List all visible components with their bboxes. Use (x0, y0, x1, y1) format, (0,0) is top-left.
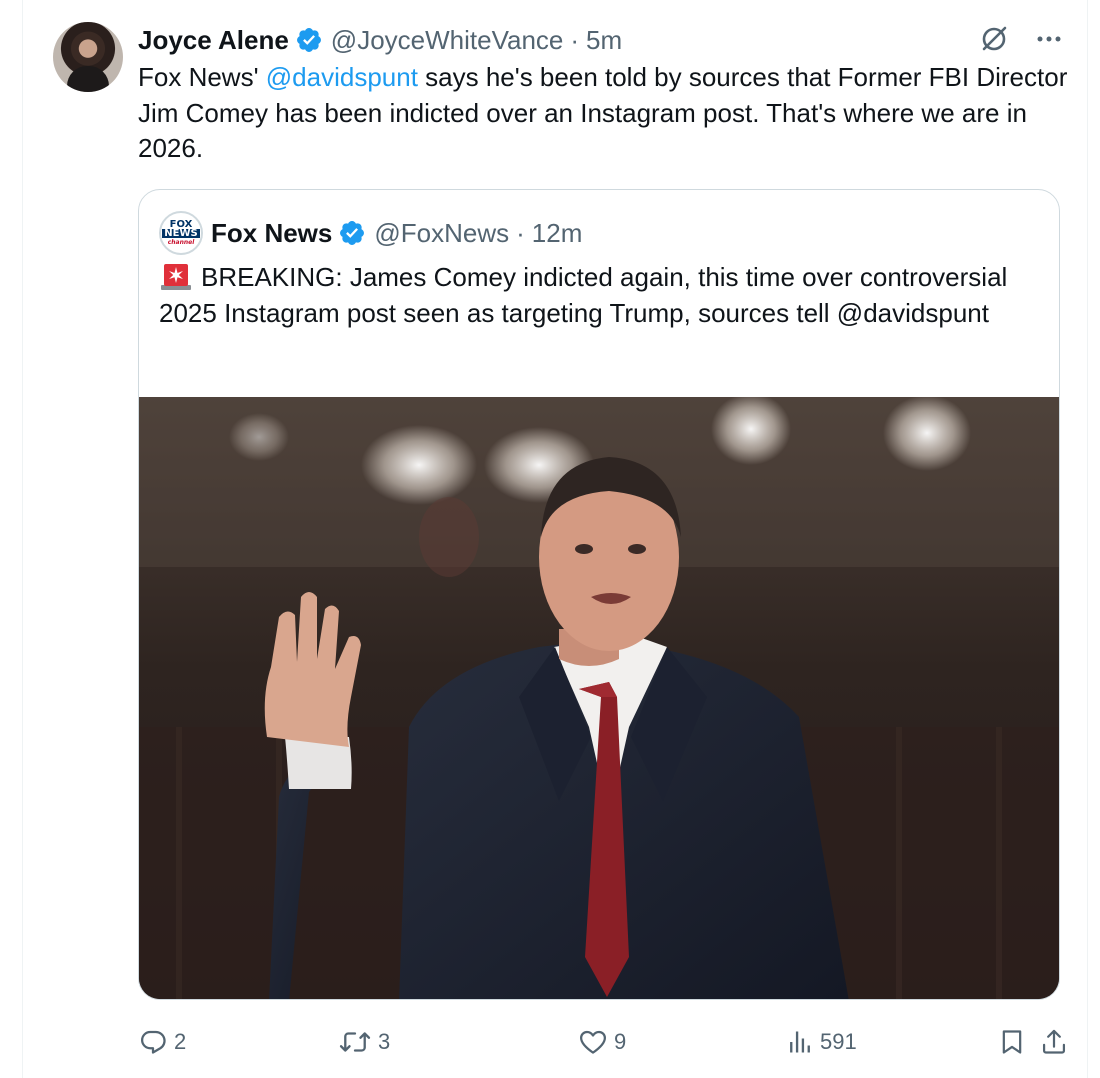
police-car-light-emoji (159, 261, 193, 291)
tweet-card[interactable]: Joyce Alene @JoyceWhiteVance · 5m Fox Ne… (22, 0, 1088, 1078)
separator-dot: · (516, 217, 525, 248)
like-count: 9 (614, 1029, 627, 1054)
top-actions (979, 24, 1063, 54)
views-count: 591 (820, 1029, 857, 1054)
action-bar: 2 3 9 591 (138, 1020, 1068, 1064)
quoted-timestamp[interactable]: 12m (532, 218, 583, 249)
share-icon (1042, 1029, 1066, 1054)
views-icon (790, 1031, 810, 1053)
mention-link[interactable]: @davidspunt (266, 62, 418, 92)
tweet-header: Joyce Alene @JoyceWhiteVance · 5m (138, 22, 622, 58)
tweet-text-before: Fox News' (138, 62, 266, 92)
repost-button[interactable]: 3 (338, 1020, 390, 1064)
tweet-timestamp[interactable]: 5m (586, 25, 622, 56)
quoted-text-body: BREAKING: James Comey indicted again, th… (159, 262, 1008, 328)
more-icon[interactable] (1035, 25, 1063, 53)
quoted-tweet[interactable]: FOX NEWS channel Fox News @FoxNews · 12m… (138, 189, 1060, 1000)
views-button[interactable]: 591 (786, 1020, 857, 1064)
like-button[interactable]: 9 (578, 1020, 626, 1064)
reply-count: 2 (174, 1029, 187, 1054)
fox-news-logo[interactable]: FOX NEWS channel (159, 211, 203, 255)
bookmark-button[interactable] (998, 1020, 1026, 1064)
bookmark-icon (1002, 1030, 1022, 1054)
quoted-author-name[interactable]: Fox News (211, 218, 332, 249)
reply-icon (141, 1030, 166, 1054)
quoted-author-handle[interactable]: @FoxNews (374, 218, 509, 249)
tweet-text: Fox News' @davidspunt says he's been tol… (138, 60, 1068, 167)
verified-badge-icon (296, 28, 321, 52)
quoted-tweet-text: BREAKING: James Comey indicted again, th… (159, 260, 1044, 331)
quoted-tweet-header: FOX NEWS channel Fox News @FoxNews · 12m (159, 211, 583, 255)
share-button[interactable] (1040, 1020, 1068, 1064)
photo-illustration (139, 397, 1059, 999)
logo-text-news: NEWS (162, 227, 200, 239)
like-icon (580, 1030, 606, 1054)
repost-icon (339, 1032, 371, 1052)
quoted-tweet-photo[interactable] (139, 397, 1059, 999)
repost-count: 3 (378, 1029, 391, 1054)
author-avatar[interactable] (53, 22, 123, 92)
grok-icon[interactable] (979, 24, 1009, 54)
separator-dot: · (570, 24, 580, 55)
author-name[interactable]: Joyce Alene (138, 25, 289, 56)
reply-button[interactable]: 2 (138, 1020, 186, 1064)
logo-text-channel: channel (167, 238, 195, 246)
author-handle[interactable]: @JoyceWhiteVance (331, 25, 564, 56)
verified-badge-icon (340, 221, 365, 245)
